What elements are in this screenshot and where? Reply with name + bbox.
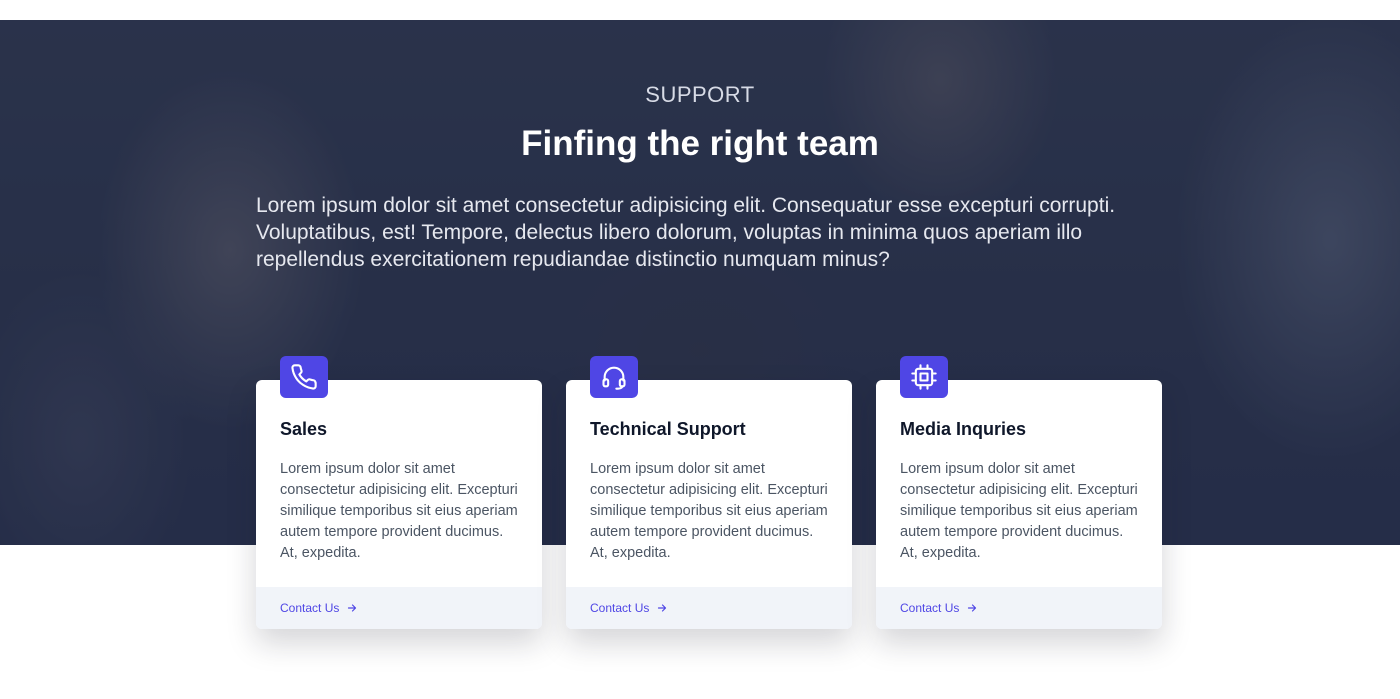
chip-icon: [900, 356, 948, 398]
contact-us-label: Contact Us: [900, 601, 960, 615]
card-title: Sales: [280, 419, 328, 439]
section-eyebrow: SUPPORT: [645, 82, 755, 107]
page: SUPPORT Finfing the right team Lorem ips…: [0, 0, 1400, 699]
card-title: Technical Support: [590, 419, 746, 439]
card-description: Lorem ipsum dolor sit amet consectetur a…: [280, 461, 518, 561]
arrow-right-icon: [658, 604, 667, 612]
arrow-right-icon: [348, 604, 357, 612]
card-description: Lorem ipsum dolor sit amet consectetur a…: [590, 461, 828, 561]
support-card-sales: Sales Lorem ipsum dolor sit amet consect…: [256, 356, 542, 629]
support-card-technical: Technical Support Lorem ipsum dolor sit …: [566, 356, 852, 629]
contact-us-label: Contact Us: [590, 601, 650, 615]
section-title: Finfing the right team: [521, 124, 879, 163]
contact-us-label: Contact Us: [280, 601, 340, 615]
phone-icon: [280, 356, 328, 398]
support-card-media: Media Inquries Lorem ipsum dolor sit ame…: [876, 356, 1162, 629]
card-footer: Contact Us: [876, 587, 1162, 629]
headset-icon: [590, 356, 638, 398]
card-footer: Contact Us: [256, 587, 542, 629]
contact-us-link[interactable]: Contact Us: [900, 601, 978, 615]
contact-us-link[interactable]: Contact Us: [590, 601, 668, 615]
section-description: Lorem ipsum dolor sit amet consectetur a…: [256, 194, 1116, 271]
card-title: Media Inquries: [900, 419, 1027, 439]
card-description: Lorem ipsum dolor sit amet consectetur a…: [900, 461, 1138, 561]
card-footer: Contact Us: [566, 587, 852, 629]
arrow-right-icon: [968, 604, 977, 612]
contact-us-link[interactable]: Contact Us: [280, 601, 358, 615]
